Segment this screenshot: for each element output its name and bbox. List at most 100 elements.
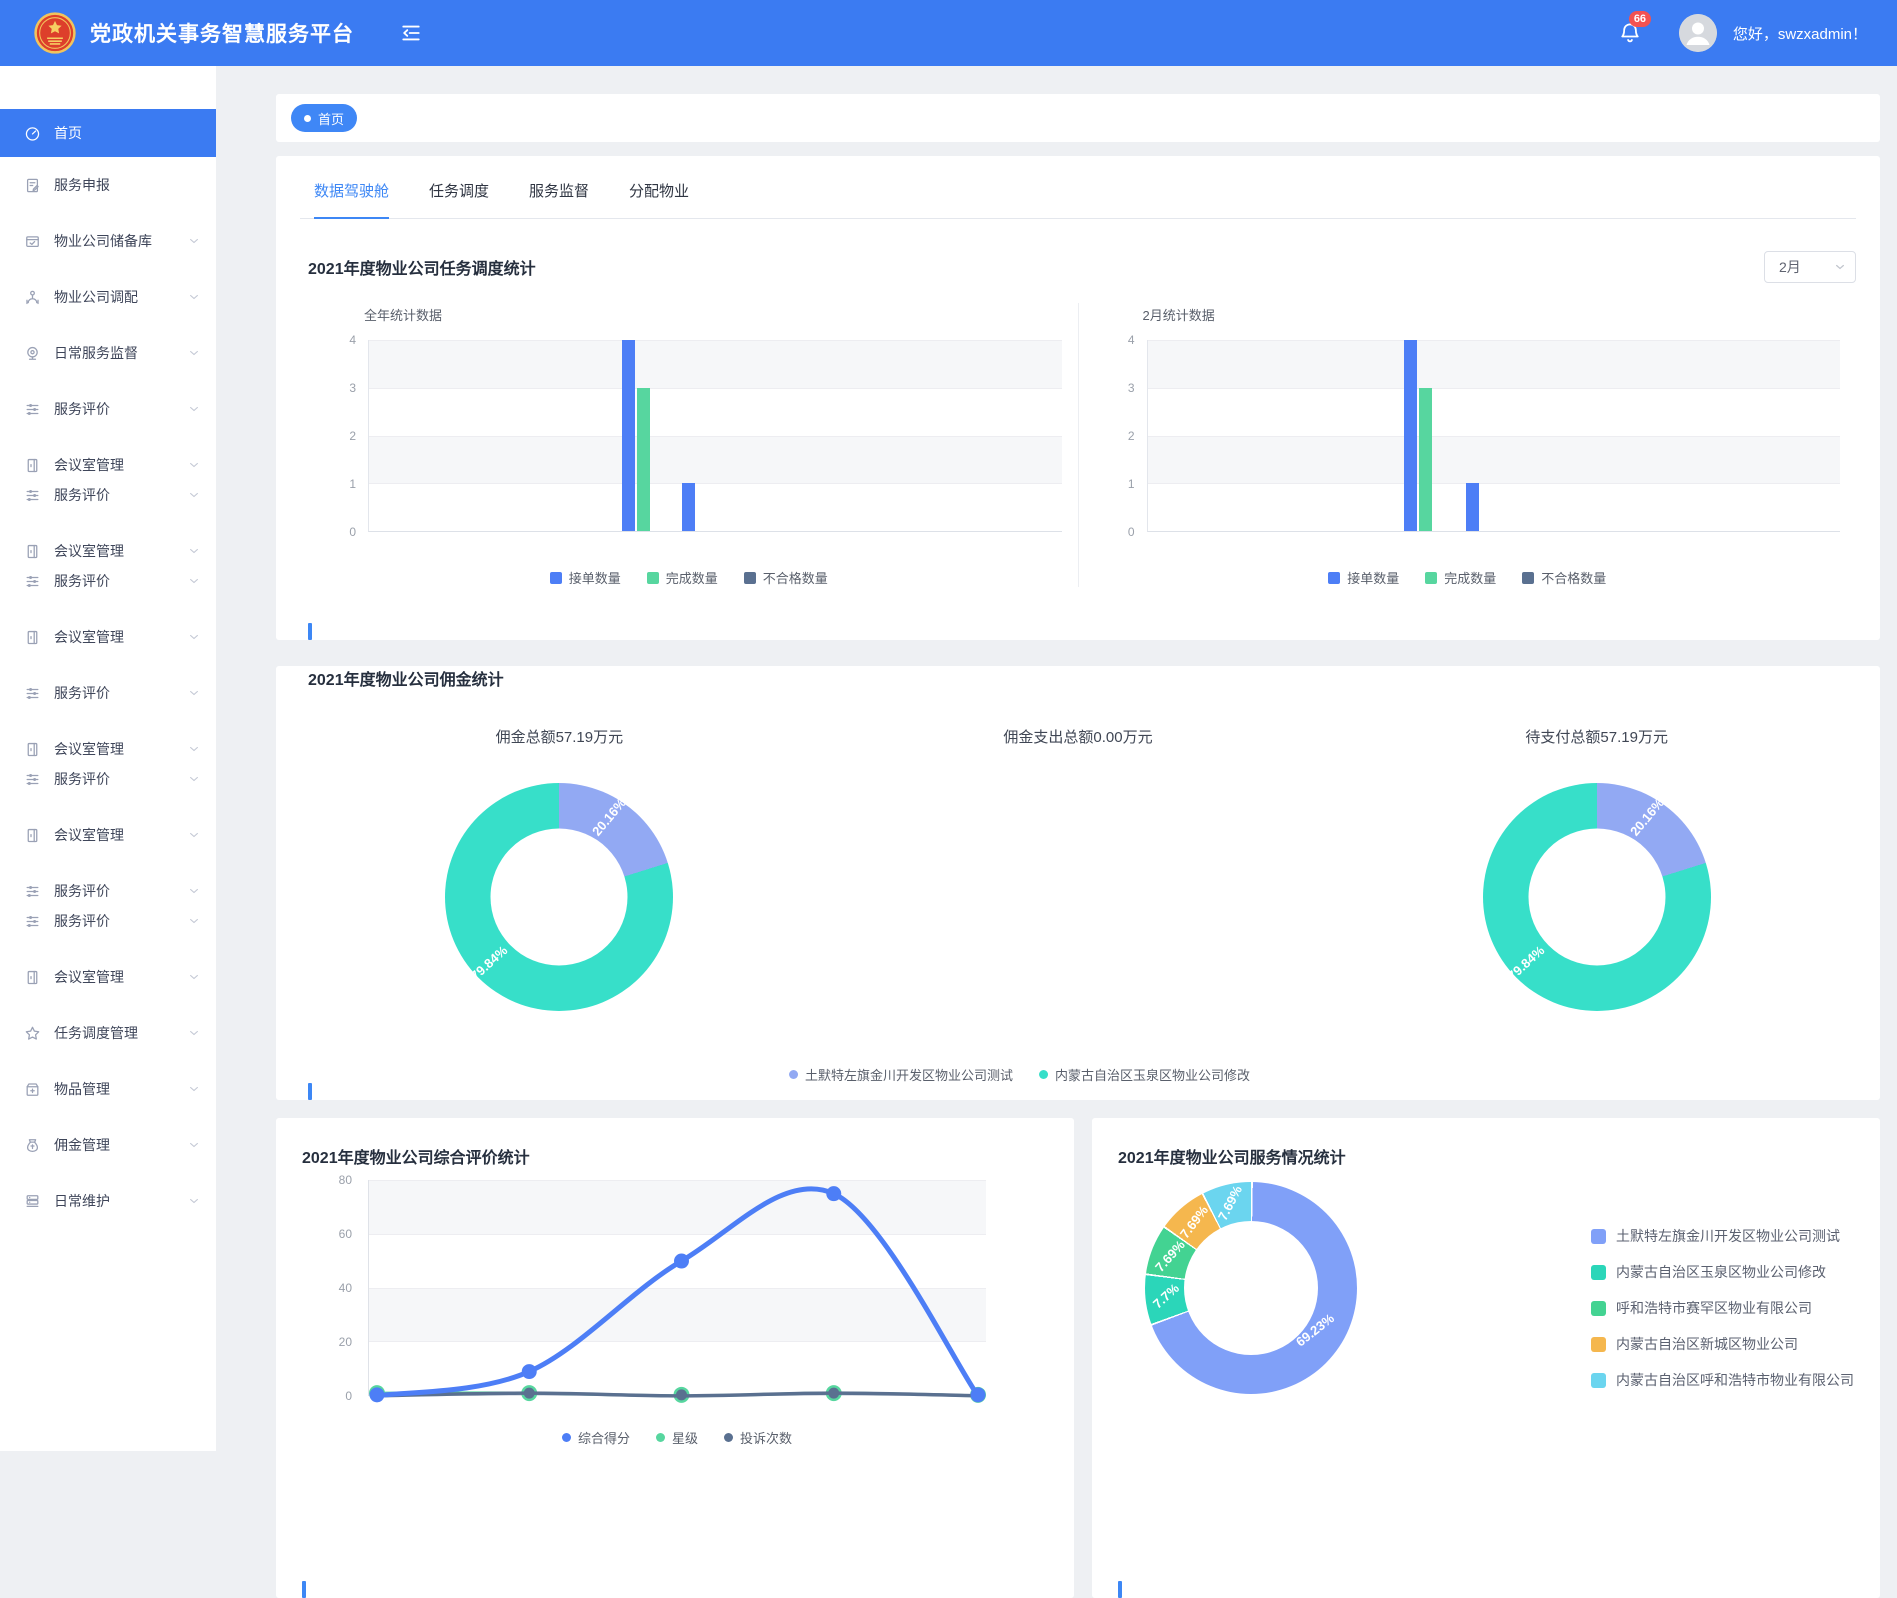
data-point-投诉次数 — [524, 1388, 535, 1399]
meeting-room-icon — [24, 457, 41, 474]
line-chart-svg — [369, 1180, 986, 1396]
sidebar-item-label: 服务评价 — [54, 399, 188, 419]
grid-band — [369, 436, 1062, 484]
sidebar-collapse-icon[interactable] — [400, 22, 422, 44]
legend-label: 完成数量 — [1444, 568, 1496, 587]
breadcrumb-home-pill[interactable]: 首页 — [291, 104, 357, 132]
sidebar-item-会议室管理[interactable]: 会议室管理 — [0, 957, 216, 997]
sidebar-item-label: 服务评价 — [54, 571, 188, 591]
evaluation-line-chart: 806040200 — [302, 1180, 1048, 1396]
avatar[interactable] — [1679, 14, 1717, 52]
sliders-icon — [24, 685, 41, 702]
legend-item-完成数量[interactable]: 完成数量 — [647, 568, 718, 587]
month-select[interactable]: 2月 — [1764, 251, 1856, 283]
sidebar-item-label: 物业公司调配 — [54, 287, 188, 307]
sidebar-item-任务调度管理[interactable]: 任务调度管理 — [0, 1013, 216, 1053]
chevron-down-icon — [188, 1027, 200, 1039]
tab-任务调度[interactable]: 任务调度 — [429, 180, 489, 218]
legend-label: 接单数量 — [569, 568, 621, 587]
commission-donut-chart: 20.16%79.84% — [1483, 783, 1711, 1011]
grid-band — [369, 340, 1062, 388]
legend-item-土默特左旗金川开发区物业公司测试[interactable]: 土默特左旗金川开发区物业公司测试 — [789, 1065, 1013, 1084]
legend-item-接单数量[interactable]: 接单数量 — [550, 568, 621, 587]
month-select-value: 2月 — [1779, 257, 1801, 277]
legend-label: 土默特左旗金川开发区物业公司测试 — [805, 1065, 1013, 1084]
sidebar-item-物业公司调配[interactable]: 物业公司调配 — [0, 277, 216, 317]
legend-swatch — [1591, 1373, 1606, 1388]
chevron-down-icon — [188, 829, 200, 841]
legend-item-内蒙古自治区玉泉区物业公司修改[interactable]: 内蒙古自治区玉泉区物业公司修改 — [1039, 1065, 1250, 1084]
evaluation-statistics-card: 2021年度物业公司综合评价统计 806040200 综合得分 星级 投诉次数 — [276, 1118, 1074, 1598]
sidebar-item-会议室管理[interactable]: 会议室管理 — [0, 617, 216, 657]
maintenance-icon — [24, 1193, 41, 1210]
line-综合得分 — [377, 1189, 978, 1396]
y-tick-label: 20 — [339, 1335, 352, 1349]
sidebar-item-label: 会议室管理 — [54, 739, 188, 759]
legend-item-不合格数量[interactable]: 不合格数量 — [1522, 568, 1606, 587]
section-title-task: 2021年度物业公司任务调度统计 — [308, 255, 536, 279]
chevron-down-icon — [188, 291, 200, 303]
sidebar-item-label: 服务评价 — [54, 485, 188, 505]
tab-服务监督[interactable]: 服务监督 — [529, 180, 589, 218]
legend-item-内蒙古自治区新城区物业公司[interactable]: 内蒙古自治区新城区物业公司 — [1591, 1334, 1854, 1354]
sidebar-item-服务评价[interactable]: 服务评价 — [0, 561, 216, 601]
grid-band — [369, 483, 1062, 531]
tab-数据驾驶舱[interactable]: 数据驾驶舱 — [314, 180, 389, 218]
user-icon — [1679, 14, 1717, 52]
title-accent-bar — [308, 623, 312, 640]
sidebar-item-服务评价[interactable]: 服务评价 — [0, 759, 216, 799]
title-accent-bar — [302, 1581, 306, 1598]
bar-接单数量 — [622, 340, 635, 531]
data-point-综合得分 — [369, 1387, 384, 1402]
sidebar-item-物品管理[interactable]: 物品管理 — [0, 1069, 216, 1109]
sidebar-item-首页[interactable]: 首页 — [0, 109, 216, 157]
legend-item-综合得分[interactable]: 综合得分 — [562, 1428, 630, 1447]
legend-item-星级[interactable]: 星级 — [656, 1428, 698, 1447]
sidebar-item-服务评价[interactable]: 服务评价 — [0, 673, 216, 713]
year-bar-chart-panel: 全年统计数据 43210 接单数量完成数量不合格数量 — [300, 303, 1078, 587]
bar-接单数量 — [1466, 483, 1479, 531]
commission-donuts-row: 佣金总额57.19万元20.16%79.84%佣金支出总额0.00万元待支付总额… — [300, 726, 1856, 1011]
legend-label: 不合格数量 — [1541, 568, 1606, 587]
sidebar-item-佣金管理[interactable]: 佣金管理 — [0, 1125, 216, 1165]
y-axis: 806040200 — [302, 1180, 362, 1396]
legend-item-接单数量[interactable]: 接单数量 — [1328, 568, 1399, 587]
tab-分配物业[interactable]: 分配物业 — [629, 180, 689, 218]
sidebar-item-label: 任务调度管理 — [54, 1023, 188, 1043]
sidebar-item-日常服务监督[interactable]: 日常服务监督 — [0, 333, 216, 373]
sidebar-item-label: 会议室管理 — [54, 541, 188, 561]
bar-完成数量 — [637, 388, 650, 531]
sidebar-item-物业公司储备库[interactable]: 物业公司储备库 — [0, 221, 216, 261]
sidebar-item-label: 日常服务监督 — [54, 343, 188, 363]
sidebar-item-服务评价[interactable]: 服务评价 — [0, 389, 216, 429]
y-tick-label: 3 — [1128, 381, 1135, 395]
sidebar-item-会议室管理[interactable]: 会议室管理 — [0, 815, 216, 855]
legend-item-土默特左旗金川开发区物业公司测试[interactable]: 土默特左旗金川开发区物业公司测试 — [1591, 1226, 1854, 1246]
year-chart-subtitle: 全年统计数据 — [364, 305, 1062, 324]
notification-bell-button[interactable]: 66 — [1617, 20, 1643, 46]
sidebar: 首页服务申报物业公司储备库物业公司调配日常服务监督服务评价会议室管理服务评价会议… — [0, 66, 216, 1451]
sidebar-item-服务申报[interactable]: 服务申报 — [0, 165, 216, 205]
title-accent-bar — [308, 1083, 312, 1100]
y-tick-label: 2 — [1128, 429, 1135, 443]
legend-item-内蒙古自治区呼和浩特市物业有限公司[interactable]: 内蒙古自治区呼和浩特市物业有限公司 — [1591, 1370, 1854, 1390]
breadcrumb-home-label: 首页 — [318, 109, 344, 128]
legend-item-投诉次数[interactable]: 投诉次数 — [724, 1428, 792, 1447]
legend-item-呼和浩特市赛罕区物业有限公司[interactable]: 呼和浩特市赛罕区物业有限公司 — [1591, 1298, 1854, 1318]
legend-item-不合格数量[interactable]: 不合格数量 — [744, 568, 828, 587]
legend-label: 完成数量 — [666, 568, 718, 587]
legend-item-内蒙古自治区玉泉区物业公司修改[interactable]: 内蒙古自治区玉泉区物业公司修改 — [1591, 1262, 1854, 1282]
task-statistics-card: 数据驾驶舱 任务调度 服务监督 分配物业 2021年度物业公司任务调度统计 2月 全年… — [276, 156, 1880, 640]
notification-badge: 66 — [1629, 11, 1651, 27]
sidebar-item-服务评价[interactable]: 服务评价 — [0, 475, 216, 515]
sidebar-item-日常维护[interactable]: 日常维护 — [0, 1181, 216, 1221]
commission-legend: 土默特左旗金川开发区物业公司测试 内蒙古自治区玉泉区物业公司修改 — [776, 1065, 1263, 1084]
legend-label: 内蒙古自治区新城区物业公司 — [1616, 1334, 1798, 1354]
grid-band — [1148, 483, 1841, 531]
legend-swatch — [1522, 572, 1534, 584]
sidebar-item-服务评价[interactable]: 服务评价 — [0, 901, 216, 941]
section-title-evaluation: 2021年度物业公司综合评价统计 — [302, 1144, 530, 1168]
section-title-service: 2021年度物业公司服务情况统计 — [1118, 1144, 1346, 1168]
bar-plot — [368, 340, 1062, 532]
legend-item-完成数量[interactable]: 完成数量 — [1425, 568, 1496, 587]
